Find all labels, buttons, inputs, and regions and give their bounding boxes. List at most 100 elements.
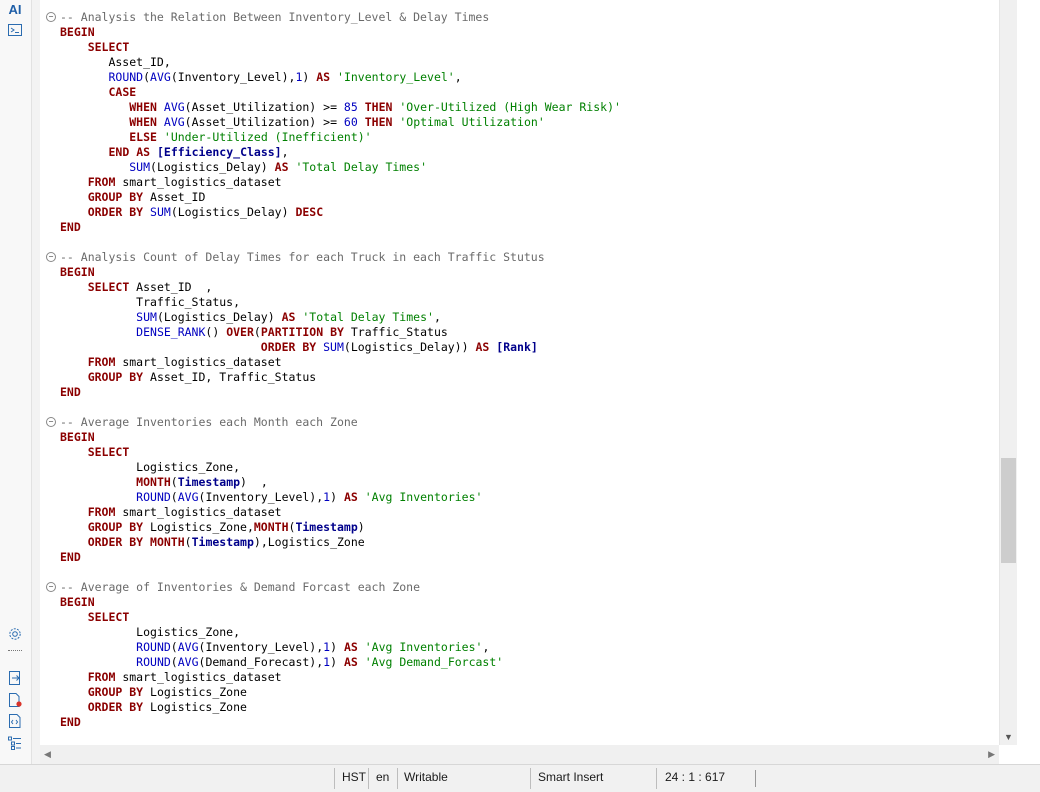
code-line[interactable] bbox=[60, 565, 621, 580]
status-write-mode[interactable]: Writable bbox=[398, 765, 454, 792]
scrollbar-thumb[interactable] bbox=[1001, 458, 1016, 563]
code-line[interactable]: GROUP BY Logistics_Zone,MONTH(Timestamp) bbox=[60, 520, 621, 535]
code-token: SUM bbox=[150, 205, 171, 219]
code-line[interactable]: END bbox=[60, 220, 621, 235]
code-token: 'Over-Utilized (High Wear Risk)' bbox=[399, 100, 621, 114]
code-line[interactable]: SUM(Logistics_Delay) AS 'Total Delay Tim… bbox=[60, 160, 621, 175]
code-area[interactable]: − -- Analysis the Relation Between Invent… bbox=[46, 10, 621, 730]
code-line[interactable]: DENSE_RANK() OVER(PARTITION BY Traffic_S… bbox=[60, 325, 621, 340]
code-token: AS bbox=[343, 655, 358, 669]
code-line[interactable]: − -- Average Inventories each Month each … bbox=[46, 415, 621, 430]
code-line[interactable]: WHEN AVG(Asset_Utilization) >= 85 THEN '… bbox=[60, 100, 621, 115]
code-line[interactable]: FROM smart_logistics_dataset bbox=[60, 355, 621, 370]
status-grip bbox=[755, 770, 756, 787]
code-line[interactable]: ROUND(AVG(Inventory_Level),1) AS 'Invent… bbox=[60, 70, 621, 85]
code-line[interactable]: END bbox=[60, 385, 621, 400]
status-insert-mode[interactable]: Smart Insert bbox=[532, 765, 609, 792]
code-line[interactable] bbox=[60, 235, 621, 250]
status-hst[interactable]: HST bbox=[336, 765, 372, 792]
outline-icon[interactable] bbox=[6, 734, 24, 752]
ai-icon[interactable]: AI bbox=[6, 0, 24, 18]
code-line[interactable]: END bbox=[60, 715, 621, 730]
scroll-right-arrow-icon[interactable]: ▶ bbox=[988, 749, 995, 760]
code-line[interactable]: WHEN AVG(Asset_Utilization) >= 60 THEN '… bbox=[60, 115, 621, 130]
code-line[interactable]: BEGIN bbox=[60, 25, 621, 40]
code-line[interactable]: Logistics_Zone, bbox=[60, 460, 621, 475]
code-line[interactable]: END AS [Efficiency_Class], bbox=[60, 145, 621, 160]
code-token: (Inventory_Level), bbox=[170, 70, 296, 84]
horizontal-scrollbar[interactable]: ◀ ▶ bbox=[40, 745, 999, 764]
code-token: SELECT bbox=[87, 610, 130, 624]
code-line[interactable]: SELECT bbox=[60, 610, 621, 625]
code-line[interactable]: SELECT bbox=[60, 445, 621, 460]
terminal-icon[interactable] bbox=[6, 21, 24, 39]
status-language[interactable]: en bbox=[370, 765, 395, 792]
code-line[interactable]: ORDER BY MONTH(Timestamp),Logistics_Zone bbox=[60, 535, 621, 550]
code-line[interactable]: ROUND(AVG(Inventory_Level),1) AS 'Avg In… bbox=[60, 490, 621, 505]
code-line[interactable]: ELSE 'Under-Utilized (Inefficient)' bbox=[60, 130, 621, 145]
code-token: FROM bbox=[87, 670, 116, 684]
code-line[interactable]: FROM smart_logistics_dataset bbox=[60, 670, 621, 685]
code-token: MONTH bbox=[253, 520, 289, 534]
code-line[interactable]: Traffic_Status, bbox=[60, 295, 621, 310]
code-line[interactable]: END bbox=[60, 550, 621, 565]
code-line[interactable] bbox=[60, 400, 621, 415]
code-token: , bbox=[433, 310, 441, 324]
code-line[interactable]: ORDER BY SUM(Logistics_Delay)) AS [Rank] bbox=[60, 340, 621, 355]
scroll-down-arrow-icon[interactable]: ▼ bbox=[1004, 732, 1013, 742]
code-line[interactable]: BEGIN bbox=[60, 265, 621, 280]
code-line[interactable]: − -- Analysis the Relation Between Invent… bbox=[46, 10, 621, 25]
code-line[interactable]: ORDER BY Logistics_Zone bbox=[60, 700, 621, 715]
vertical-scrollbar[interactable]: ▼ bbox=[999, 0, 1017, 745]
code-line[interactable]: SELECT Asset_ID , bbox=[60, 280, 621, 295]
code-token: AVG bbox=[150, 70, 171, 84]
fold-toggle-icon[interactable]: − bbox=[46, 582, 56, 592]
code-line[interactable]: SELECT bbox=[60, 40, 621, 55]
scroll-left-arrow-icon[interactable]: ◀ bbox=[44, 749, 51, 760]
code-token: FROM bbox=[87, 175, 116, 189]
settings-icon[interactable] bbox=[6, 625, 24, 643]
code-token: THEN bbox=[364, 115, 393, 129]
code-token: 60 bbox=[343, 115, 358, 129]
code-token: PARTITION BY bbox=[260, 325, 344, 339]
fold-toggle-icon[interactable]: − bbox=[46, 417, 56, 427]
code-line[interactable]: ROUND(AVG(Inventory_Level),1) AS 'Avg In… bbox=[60, 640, 621, 655]
code-line[interactable]: GROUP BY Logistics_Zone bbox=[60, 685, 621, 700]
code-line[interactable]: − -- Average of Inventories & Demand Forc… bbox=[46, 580, 621, 595]
code-line[interactable]: MONTH(Timestamp) , bbox=[60, 475, 621, 490]
fold-toggle-icon[interactable]: − bbox=[46, 12, 56, 22]
code-line[interactable]: FROM smart_logistics_dataset bbox=[60, 505, 621, 520]
code-line[interactable]: CASE bbox=[60, 85, 621, 100]
code-line[interactable]: ROUND(AVG(Demand_Forecast),1) AS 'Avg De… bbox=[60, 655, 621, 670]
code-token: FROM bbox=[87, 505, 116, 519]
code-line[interactable]: Asset_ID, bbox=[60, 55, 621, 70]
code-token: GROUP BY bbox=[87, 190, 144, 204]
code-token: smart_logistics_dataset bbox=[115, 505, 282, 519]
code-token: OVER bbox=[226, 325, 254, 339]
code-line[interactable]: BEGIN bbox=[60, 430, 621, 445]
export-icon[interactable] bbox=[6, 669, 24, 687]
code-line[interactable]: FROM smart_logistics_dataset bbox=[60, 175, 621, 190]
code-token: AS bbox=[316, 70, 331, 84]
code-line[interactable]: ORDER BY SUM(Logistics_Delay) DESC bbox=[60, 205, 621, 220]
sql-editor[interactable]: − -- Analysis the Relation Between Invent… bbox=[40, 0, 999, 745]
status-separator bbox=[656, 768, 657, 789]
code-line[interactable]: − -- Analysis Count of Delay Times for ea… bbox=[46, 250, 621, 265]
code-line[interactable]: Logistics_Zone, bbox=[60, 625, 621, 640]
code-line[interactable]: SUM(Logistics_Delay) AS 'Total Delay Tim… bbox=[60, 310, 621, 325]
code-token: SUM bbox=[136, 310, 157, 324]
fold-toggle-icon[interactable]: − bbox=[46, 252, 56, 262]
code-line[interactable]: BEGIN bbox=[60, 595, 621, 610]
code-line[interactable]: GROUP BY Asset_ID, Traffic_Status bbox=[60, 370, 621, 385]
code-token: ( bbox=[253, 325, 261, 339]
code-token: ),Logistics_Zone bbox=[253, 535, 365, 549]
file-error-icon[interactable] bbox=[6, 691, 24, 709]
document-code-icon[interactable] bbox=[6, 712, 24, 730]
code-line[interactable]: GROUP BY Asset_ID bbox=[60, 190, 621, 205]
